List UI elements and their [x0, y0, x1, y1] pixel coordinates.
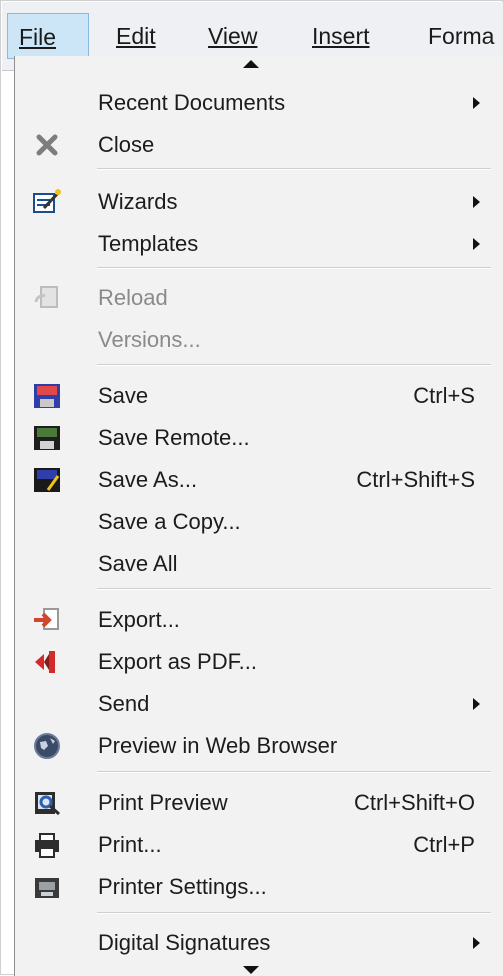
print-preview-shortcut: Ctrl+Shift+O — [353, 790, 475, 815]
pdf-icon — [35, 651, 55, 673]
menu-item-printer-settings[interactable]: Printer Settings... — [15, 867, 491, 907]
menu-item-save-remote[interactable]: Save Remote... — [15, 418, 491, 458]
digital-signatures-label: Digital Signatures — [98, 930, 271, 955]
menu-item-wizards[interactable]: Wizards — [15, 182, 491, 222]
menu-separator — [97, 588, 491, 590]
application-window: File Edit View Insert Forma Recent Docum… — [0, 0, 503, 976]
menu-file[interactable]: File — [7, 13, 89, 59]
save-label: Save — [98, 383, 149, 408]
preview-web-label: Preview in Web Browser — [98, 733, 338, 758]
menu-item-close[interactable]: Close — [15, 125, 491, 165]
menu-item-digital-signatures[interactable]: Digital Signatures — [15, 923, 491, 963]
menu-item-versions: Versions... — [15, 320, 491, 360]
save-as-shortcut: Ctrl+Shift+S — [356, 467, 475, 492]
submenu-arrow-icon — [473, 698, 480, 710]
submenu-arrow-icon — [473, 238, 480, 250]
menu-separator — [97, 364, 491, 366]
wizards-label: Wizards — [98, 189, 178, 214]
reload-label: Reload — [98, 285, 168, 310]
scroll-down-arrow[interactable] — [243, 966, 259, 974]
menu-insert-label: Insert — [312, 23, 370, 49]
close-label: Close — [98, 132, 155, 157]
menu-insert[interactable]: Insert — [312, 13, 370, 59]
export-pdf-label: Export as PDF... — [98, 649, 257, 674]
export-label: Export... — [98, 607, 180, 632]
menu-separator — [97, 267, 491, 269]
save-as-icon — [34, 468, 60, 492]
menu-edit[interactable]: Edit — [116, 13, 156, 59]
save-all-label: Save All — [98, 551, 178, 576]
menu-item-save-as[interactable]: Save As... Ctrl+Shift+S — [15, 460, 491, 500]
wizard-icon — [33, 189, 61, 213]
print-preview-label: Print Preview — [98, 790, 228, 815]
printer-icon — [35, 833, 59, 858]
templates-label: Templates — [98, 231, 199, 256]
menu-separator — [97, 912, 491, 914]
menu-separator — [97, 771, 491, 773]
save-icon — [34, 384, 60, 408]
menu-item-preview-web-browser[interactable]: Preview in Web Browser — [15, 726, 491, 766]
menu-format-label: Forma — [428, 23, 495, 49]
print-preview-icon — [35, 792, 60, 816]
menu-item-save-all[interactable]: Save All — [15, 544, 491, 584]
printer-settings-label: Printer Settings... — [98, 874, 267, 899]
menu-file-label: File — [19, 24, 57, 50]
menu-format[interactable]: Forma — [428, 13, 494, 59]
menu-item-print[interactable]: Print... Ctrl+P — [15, 825, 491, 865]
save-remote-icon — [34, 426, 60, 450]
printer-settings-icon — [35, 878, 59, 898]
menu-item-recent-documents[interactable]: Recent Documents — [15, 83, 491, 123]
reload-icon — [34, 286, 58, 308]
submenu-arrow-icon — [473, 937, 480, 949]
menu-item-save[interactable]: Save Ctrl+S — [15, 376, 491, 416]
save-a-copy-label: Save a Copy... — [98, 509, 241, 534]
versions-label: Versions... — [98, 327, 201, 352]
menu-item-print-preview[interactable]: Print Preview Ctrl+Shift+O — [15, 783, 491, 823]
web-browser-icon — [34, 733, 60, 759]
submenu-arrow-icon — [473, 196, 480, 208]
file-menu-dropdown: Recent Documents Close Wizards Templates… — [14, 56, 503, 976]
menu-item-reload: Reload — [15, 278, 491, 318]
menu-item-templates[interactable]: Templates — [15, 224, 491, 264]
menu-item-export-pdf[interactable]: Export as PDF... — [15, 642, 491, 682]
print-label: Print... — [98, 832, 162, 857]
submenu-arrow-icon — [473, 97, 480, 109]
menu-separator — [97, 168, 491, 170]
save-shortcut: Ctrl+S — [413, 383, 475, 408]
scroll-up-arrow[interactable] — [243, 60, 259, 68]
menu-item-save-a-copy[interactable]: Save a Copy... — [15, 502, 491, 542]
menu-item-send[interactable]: Send — [15, 684, 491, 724]
close-icon — [36, 134, 58, 156]
save-remote-label: Save Remote... — [98, 425, 250, 450]
send-label: Send — [98, 691, 150, 716]
menu-edit-label: Edit — [116, 23, 156, 49]
menu-view[interactable]: View — [208, 13, 257, 59]
recent-documents-label: Recent Documents — [98, 90, 286, 115]
menu-item-export[interactable]: Export... — [15, 600, 491, 640]
export-icon — [34, 608, 59, 630]
print-shortcut: Ctrl+P — [413, 832, 475, 857]
save-as-label: Save As... — [98, 467, 198, 492]
menu-view-label: View — [208, 23, 258, 49]
